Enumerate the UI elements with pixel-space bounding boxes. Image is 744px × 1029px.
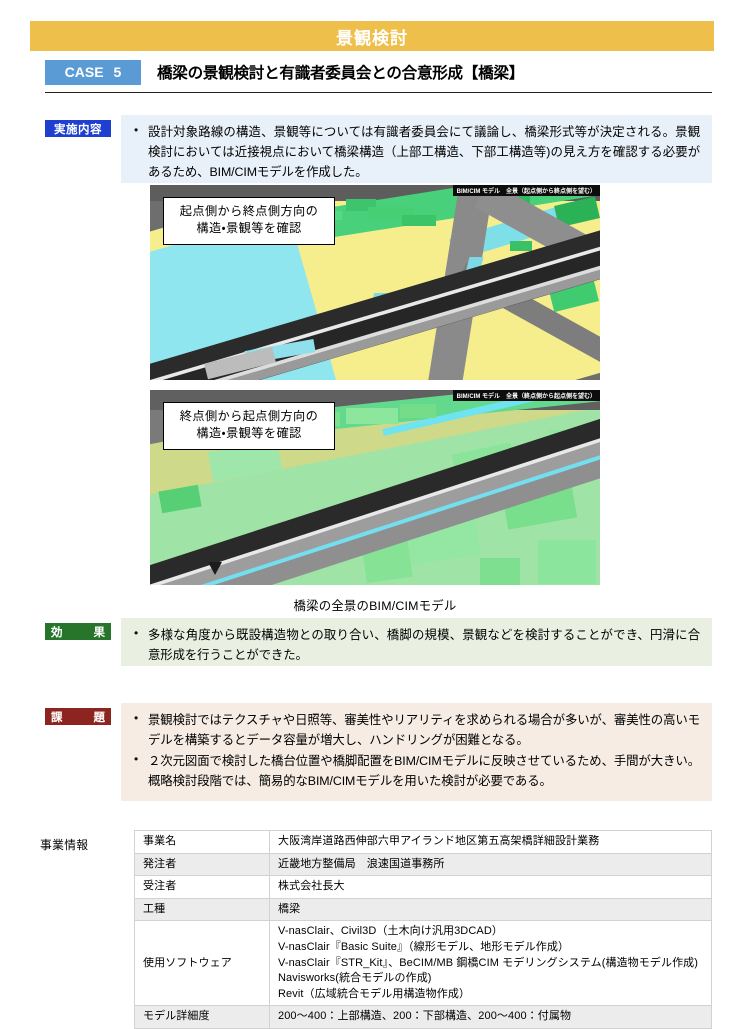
- scene-building: [510, 241, 532, 251]
- table-cell-value: 株式会社長大: [269, 875, 712, 899]
- document-page: 景観検討 CASE 5 橋梁の景観検討と有識者委員会との合意形成【橋梁】 実施内…: [0, 0, 744, 1029]
- figure-caption: 橋梁の全景のBIM/CIMモデル: [293, 599, 457, 613]
- list-item: 景観検討ではテクスチャや日照等、審美性やリアリティを求められる場合が多いが、審美…: [131, 709, 700, 750]
- list-item: 多様な角度から既設構造物との取り合い、橋脚の規模、景観などを検討することができ、…: [131, 624, 700, 665]
- section-label-effect-text-left: 効: [51, 626, 63, 639]
- table-row: 事業名 大阪湾岸道路西伸部六甲アイランド地区第五高架橋詳細設計業務: [134, 830, 712, 854]
- list-item: 設計対象路線の構造、景観等については有識者委員会にて議論し、橋梁形式等が決定され…: [131, 121, 700, 182]
- scene-building: [480, 558, 520, 585]
- issues-bullet-list: 景観検討ではテクスチャや日照等、審美性やリアリティを求められる場合が多いが、審美…: [131, 709, 700, 791]
- section-label-issues: 課 題: [45, 708, 111, 725]
- section-body-effect: 多様な角度から既設構造物との取り合い、橋脚の規模、景観などを検討することができ、…: [121, 618, 712, 666]
- scene-direction-arrow: [208, 562, 222, 575]
- render-callout-origin-to-terminus: 起点側から終点側方向の 構造・景観等を確認: [163, 197, 335, 245]
- table-cell-value: V-nasClair、Civil3D（土木向け汎用3DCAD） V-nasCla…: [269, 920, 712, 1007]
- implementation-bullet-list: 設計対象路線の構造、景観等については有識者委員会にて議論し、橋梁形式等が決定され…: [131, 121, 700, 182]
- page-banner: 景観検討: [30, 21, 714, 51]
- table-cell-value: 200〜400：上部構造、200：下部構造、200〜400：付属物: [269, 1005, 712, 1029]
- scene-building: [402, 215, 436, 226]
- section-label-effect-text-right: 果: [93, 626, 106, 639]
- figure-group: BIM/CIM モデル 全景（起点側から終点側を望む） 起点側から終点側方向の …: [150, 185, 600, 590]
- table-row: モデル詳細度 200〜400：上部構造、200：下部構造、200〜400：付属物: [134, 1005, 712, 1029]
- case-badge-number: 5: [113, 64, 122, 80]
- case-badge: CASE 5: [45, 59, 141, 85]
- render-callout-terminus-to-origin: 終点側から起点側方向の 構造・景観等を確認: [163, 402, 335, 450]
- render-overlay-tag: BIM/CIM モデル 全景（起点側から終点側を望む）: [452, 185, 600, 196]
- effect-bullet-list: 多様な角度から既設構造物との取り合い、橋脚の規模、景観などを検討することができ、…: [131, 624, 700, 665]
- table-cell-key: 事業名: [134, 830, 270, 854]
- section-label-effect: 効 果: [45, 623, 111, 640]
- banner-title: 景観検討: [336, 28, 408, 48]
- bim-render-terminus-to-origin: BIM/CIM モデル 全景（終点側から起点側を望む） 終点側から起点側方向の …: [150, 390, 600, 585]
- table-cell-key: 受注者: [134, 875, 270, 899]
- render-overlay-tag: BIM/CIM モデル 全景（終点側から起点側を望む）: [452, 390, 600, 401]
- header-divider: [45, 92, 712, 93]
- table-cell-value: 近畿地方整備局 浪速国道事務所: [269, 852, 712, 877]
- table-cell-value: 大阪湾岸道路西伸部六甲アイランド地区第五高架橋詳細設計業務: [269, 830, 712, 854]
- section-label-issues-text-right: 題: [93, 711, 106, 724]
- scene-building: [400, 404, 436, 418]
- list-item: ２次元図面で検討した橋台位置や橋脚配置をBIM/CIMモデルに反映させているため…: [131, 750, 700, 791]
- table-cell-key: モデル詳細度: [134, 1005, 270, 1029]
- project-info-table-body: 事業名 大阪湾岸道路西伸部六甲アイランド地区第五高架橋詳細設計業務 発注者 近畿…: [134, 830, 712, 1029]
- project-info-label: 事業情報: [40, 838, 89, 852]
- scene-building: [346, 408, 398, 424]
- project-info-table: 事業名 大阪湾岸道路西伸部六甲アイランド地区第五高架橋詳細設計業務 発注者 近畿…: [134, 830, 712, 1029]
- table-cell-key: 発注者: [134, 852, 270, 877]
- section-body-issues: 景観検討ではテクスチャや日照等、審美性やリアリティを求められる場合が多いが、審美…: [121, 703, 712, 801]
- page-title: 橋梁の景観検討と有識者委員会との合意形成【橋梁】: [157, 65, 525, 82]
- section-label-implementation: 実施内容: [45, 120, 111, 137]
- table-cell-key: 工種: [134, 897, 270, 922]
- scene-building: [538, 540, 596, 584]
- case-badge-label: CASE: [64, 64, 104, 80]
- table-row: 工種 橋梁: [134, 897, 712, 922]
- table-cell-key: 使用ソフトウェア: [134, 920, 270, 1007]
- section-label-issues-text-left: 課: [51, 711, 63, 724]
- table-cell-value: 橋梁: [269, 897, 712, 922]
- table-row: 発注者 近畿地方整備局 浪速国道事務所: [134, 852, 712, 877]
- table-row: 使用ソフトウェア V-nasClair、Civil3D（土木向け汎用3DCAD）…: [134, 920, 712, 1007]
- section-body-implementation: 設計対象路線の構造、景観等については有識者委員会にて議論し、橋梁形式等が決定され…: [121, 115, 712, 183]
- table-row: 受注者 株式会社長大: [134, 875, 712, 899]
- section-label-implementation-text: 実施内容: [54, 123, 102, 136]
- bim-render-origin-to-terminus: BIM/CIM モデル 全景（起点側から終点側を望む） 起点側から終点側方向の …: [150, 185, 600, 380]
- case-header: CASE 5 橋梁の景観検討と有識者委員会との合意形成【橋梁】: [45, 58, 705, 86]
